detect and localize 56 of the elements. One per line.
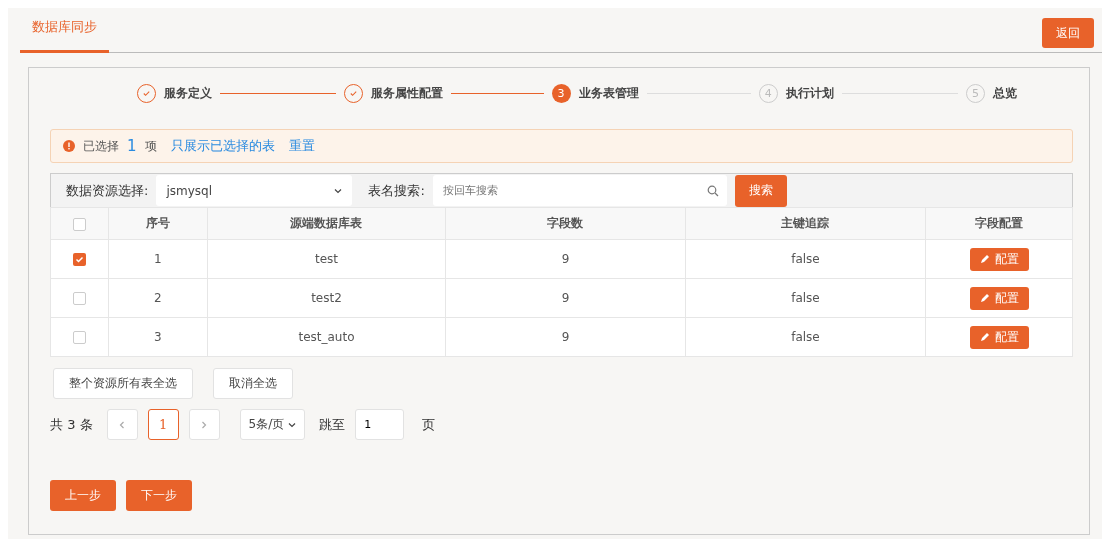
- pencil-icon: [979, 254, 990, 264]
- row-checkbox[interactable]: [72, 292, 86, 305]
- step-number: 3: [551, 83, 571, 103]
- table-cell: false: [685, 278, 926, 318]
- table-cell: 2: [108, 278, 208, 318]
- page-button[interactable]: 1: [147, 409, 179, 440]
- jump-label: 跳至: [319, 415, 346, 434]
- column-header: 字段数: [445, 207, 686, 240]
- selected-count: 1: [127, 137, 137, 155]
- alert-text: 已选择: [83, 137, 119, 155]
- page-tab[interactable]: 数据库同步: [20, 8, 109, 53]
- alert-text: 项: [144, 137, 157, 155]
- table-cell: test_auto: [207, 317, 446, 357]
- total-count: 共 3 条: [50, 415, 93, 434]
- alert-link[interactable]: 重置: [288, 137, 315, 155]
- select-button[interactable]: 取消全选: [213, 368, 293, 399]
- alert-link[interactable]: 只展示已选择的表: [170, 137, 275, 155]
- table-cell: false: [685, 239, 926, 279]
- step-label: 总览: [993, 84, 1017, 102]
- select-button[interactable]: 整个资源所有表全选: [53, 368, 193, 399]
- previous-step-button[interactable]: 上一步: [50, 480, 116, 511]
- row-checkbox[interactable]: [72, 253, 86, 266]
- step-label: 业务表管理: [578, 84, 639, 102]
- prev-page-button[interactable]: [106, 409, 138, 440]
- table-cell: 9: [445, 239, 686, 279]
- row-checkbox[interactable]: [72, 331, 86, 344]
- page-unit: 页: [422, 415, 436, 434]
- chevron-right-icon: [200, 420, 209, 429]
- column-header: 字段配置: [925, 207, 1073, 240]
- back-button[interactable]: 返回: [1042, 18, 1094, 48]
- next-page-button[interactable]: [188, 409, 220, 440]
- next-step-button[interactable]: 下一步: [126, 480, 192, 511]
- select-all-checkbox[interactable]: [72, 217, 86, 231]
- config-button[interactable]: 配置: [969, 325, 1029, 349]
- jump-page-input[interactable]: 1: [355, 409, 405, 440]
- config-button[interactable]: 配置: [969, 286, 1029, 310]
- column-header: 源端数据库表: [207, 207, 446, 240]
- table-cell: false: [685, 317, 926, 357]
- chevron-left-icon: [118, 420, 127, 429]
- column-header: 主键追踪: [685, 207, 926, 240]
- pencil-icon: [979, 293, 990, 303]
- config-button[interactable]: 配置: [969, 247, 1029, 271]
- table-cell: 1: [108, 239, 208, 279]
- step-label: 服务定义: [164, 84, 212, 102]
- table-cell: 3: [108, 317, 208, 357]
- step-label: 服务属性配置: [371, 84, 444, 102]
- info-icon: [63, 140, 75, 152]
- step-label: 执行计划: [785, 84, 834, 102]
- table-cell: test2: [207, 278, 446, 318]
- column-header: 序号: [108, 207, 208, 240]
- table-cell: test: [207, 239, 446, 279]
- pencil-icon: [979, 332, 990, 342]
- chevron-down-icon: [288, 420, 297, 429]
- table-cell: 9: [445, 317, 686, 357]
- page-size-select[interactable]: 5条/页: [239, 409, 306, 440]
- table-cell: 9: [445, 278, 686, 318]
